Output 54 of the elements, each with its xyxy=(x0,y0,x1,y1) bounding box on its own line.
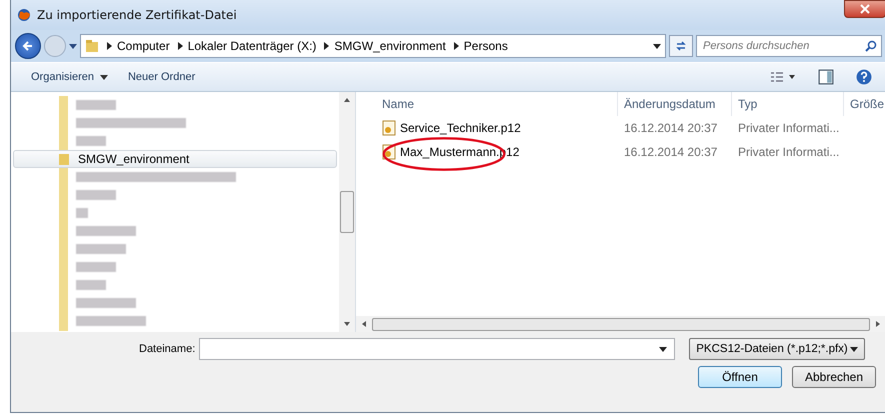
breadcrumb-item[interactable]: Computer xyxy=(117,39,170,53)
folder-icon xyxy=(85,39,99,53)
organize-menu[interactable]: Organisieren xyxy=(25,71,114,83)
column-header[interactable]: Typ xyxy=(732,92,844,116)
file-type: Privater Informati... xyxy=(737,121,840,135)
view-icon[interactable] xyxy=(770,70,796,84)
caret-icon xyxy=(100,74,108,80)
certificate-icon xyxy=(382,120,396,136)
scroll-down-icon[interactable] xyxy=(344,322,350,326)
search-field[interactable]: Persons durchsuchen xyxy=(696,35,882,57)
chevron-icon xyxy=(107,42,112,50)
back-arrow-icon xyxy=(22,40,34,52)
column-header[interactable]: Änderungsdatum xyxy=(618,92,732,116)
breadcrumb-item[interactable]: SMGW_environment xyxy=(334,39,446,53)
caret-icon[interactable] xyxy=(653,44,661,48)
open-button[interactable]: Öffnen xyxy=(698,366,782,388)
scroll-left-icon[interactable] xyxy=(362,321,366,327)
caret-icon[interactable] xyxy=(69,44,77,48)
refresh-icon xyxy=(675,40,687,52)
filename-label: Dateiname: xyxy=(139,343,196,355)
file-date: 16.12.2014 20:37 xyxy=(623,145,718,159)
column-header[interactable]: Name xyxy=(356,92,618,116)
horizontal-scrollbar[interactable] xyxy=(356,316,885,332)
window-title: Zu importierende Zertifikat-Datei xyxy=(37,8,238,22)
file-date: 16.12.2014 20:37 xyxy=(623,121,718,135)
file-type-dropdown[interactable]: PKCS12-Dateien (*.p12;*.pfx) xyxy=(689,338,866,360)
scroll-up-icon[interactable] xyxy=(344,98,350,102)
chevron-icon xyxy=(454,42,459,50)
browser-icon xyxy=(17,8,31,22)
cancel-button[interactable]: Abbrechen xyxy=(792,366,876,388)
chevron-icon xyxy=(178,42,183,50)
new-folder-button[interactable]: Neuer Ordner xyxy=(122,71,202,83)
refresh-button[interactable] xyxy=(669,35,693,57)
breadcrumb-item[interactable]: Lokaler Datenträger (X:) xyxy=(188,39,316,53)
help-icon[interactable] xyxy=(856,69,872,85)
close-icon xyxy=(860,4,870,14)
file-name[interactable]: Service_Techniker.p12 xyxy=(356,120,618,136)
column-header[interactable]: Größe xyxy=(844,92,885,116)
chevron-icon xyxy=(324,42,330,50)
scroll-right-icon[interactable] xyxy=(876,321,880,327)
search-icon xyxy=(865,40,877,52)
breadcrumb-item[interactable]: Persons xyxy=(464,39,508,53)
vertical-scrollbar[interactable] xyxy=(339,92,355,332)
preview-pane-icon[interactable] xyxy=(818,69,834,85)
caret-icon[interactable] xyxy=(659,347,668,352)
close-button[interactable] xyxy=(844,0,885,18)
scroll-thumb[interactable] xyxy=(340,191,354,233)
file-type: Privater Informati... xyxy=(737,145,840,159)
address-field[interactable]: Computer Lokaler Datenträger (X:) SMGW_environment Persons xyxy=(80,34,666,58)
caret-icon xyxy=(850,346,858,352)
back-button[interactable] xyxy=(15,33,41,59)
filename-field[interactable] xyxy=(199,338,676,360)
sidebar-item[interactable]: SMGW_environment xyxy=(13,150,337,168)
folder-icon xyxy=(58,152,70,166)
